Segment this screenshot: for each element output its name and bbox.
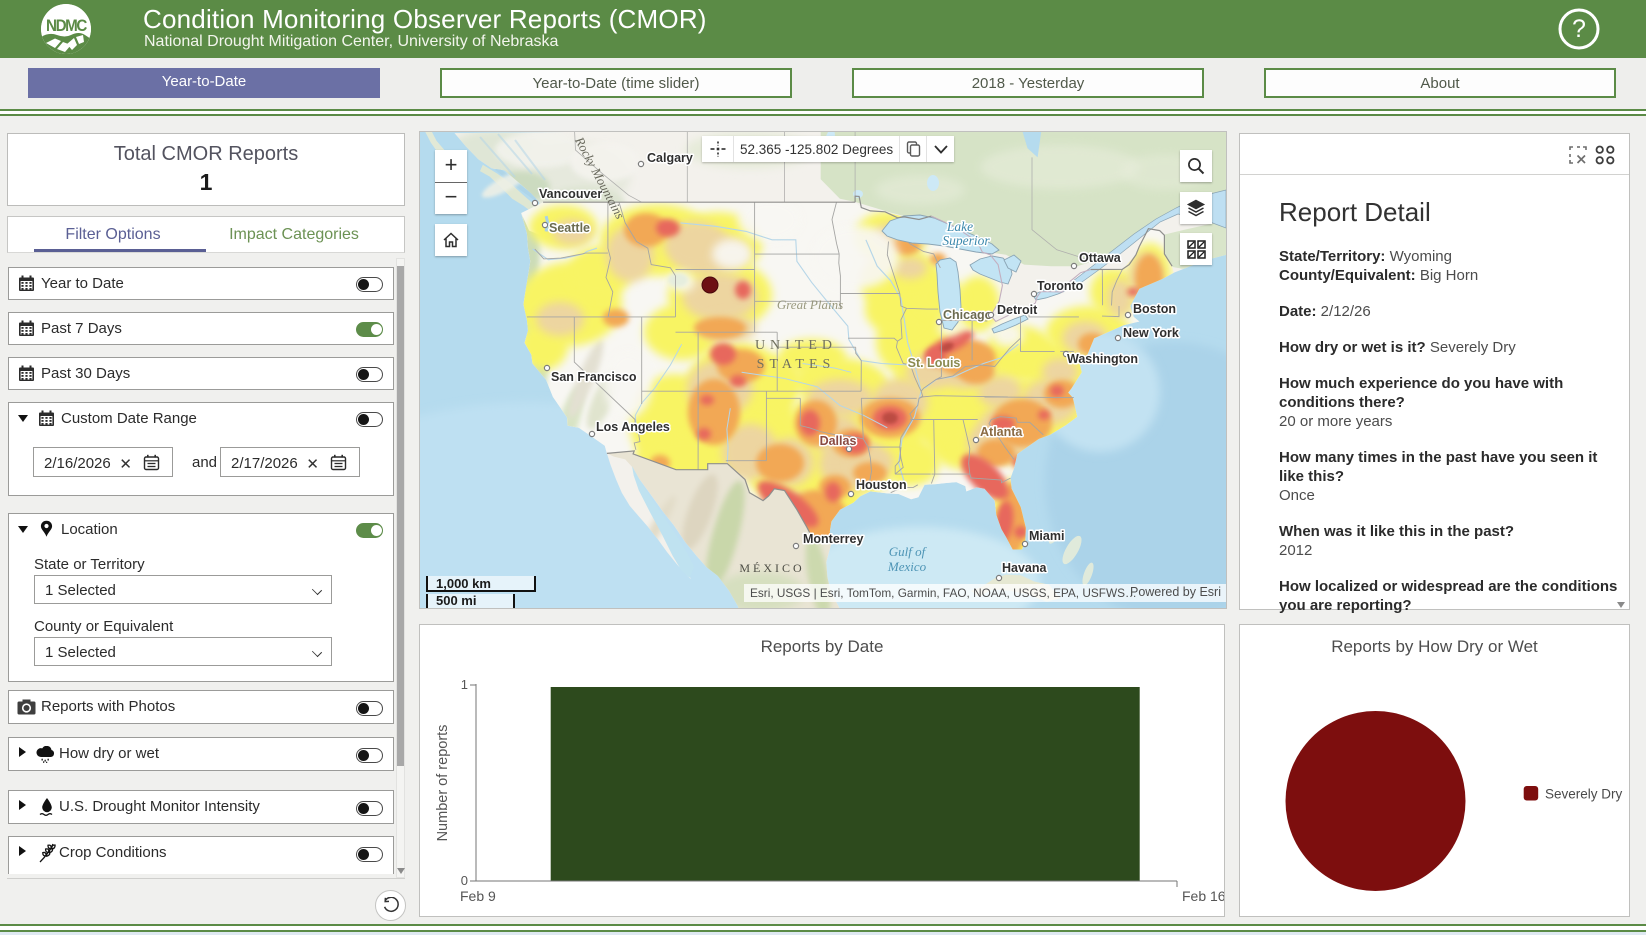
svg-text:Superior: Superior xyxy=(942,233,990,248)
svg-text:Vancouver: Vancouver xyxy=(539,187,602,201)
svg-text:Severely Dry: Severely Dry xyxy=(1545,787,1623,802)
svg-text:Detroit: Detroit xyxy=(997,303,1038,317)
svg-text:0: 0 xyxy=(461,873,468,888)
svg-text:New York: New York xyxy=(1123,326,1179,340)
svg-text:Mexico: Mexico xyxy=(887,559,927,574)
svg-text:UNITED: UNITED xyxy=(755,338,837,353)
svg-text:MÉXICO: MÉXICO xyxy=(739,561,804,575)
svg-text:Ottawa: Ottawa xyxy=(1079,251,1122,265)
svg-text:Boston: Boston xyxy=(1133,302,1176,316)
svg-text:1: 1 xyxy=(461,677,468,692)
svg-text:Gulf of: Gulf of xyxy=(889,544,928,559)
svg-text:Miami: Miami xyxy=(1029,529,1064,543)
svg-text:Houston: Houston xyxy=(856,478,907,492)
svg-text:Chicago: Chicago xyxy=(943,308,993,322)
svg-text:Number of reports: Number of reports xyxy=(435,725,451,842)
svg-text:Seattle: Seattle xyxy=(549,221,590,235)
svg-text:St. Louis: St. Louis xyxy=(908,356,961,370)
svg-text:Dallas: Dallas xyxy=(820,434,857,448)
svg-text:NDMC: NDMC xyxy=(46,17,88,35)
svg-text:Toronto: Toronto xyxy=(1037,279,1084,293)
svg-text:Washington: Washington xyxy=(1067,352,1138,366)
svg-text:Calgary: Calgary xyxy=(647,151,693,165)
svg-text:?: ? xyxy=(1572,15,1586,43)
svg-text:Monterrey: Monterrey xyxy=(803,532,863,546)
svg-text:San Francisco: San Francisco xyxy=(551,370,637,384)
svg-text:Havana: Havana xyxy=(1002,561,1048,575)
svg-text:Lake: Lake xyxy=(946,219,973,234)
svg-text:Atlanta: Atlanta xyxy=(980,425,1023,439)
svg-text:Feb 16: Feb 16 xyxy=(1182,888,1224,904)
svg-text:Los Angeles: Los Angeles xyxy=(596,420,670,434)
svg-text:Great Plains: Great Plains xyxy=(777,297,843,312)
svg-text:Feb 9: Feb 9 xyxy=(460,888,496,904)
svg-text:STATES: STATES xyxy=(757,357,836,372)
